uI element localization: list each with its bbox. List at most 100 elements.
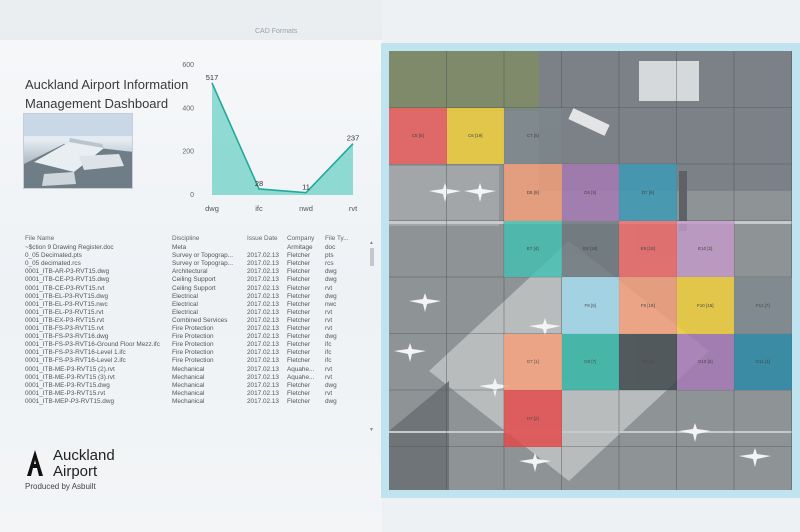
- cell-discipline: Ceiling Support: [172, 284, 216, 292]
- map-zone[interactable]: E8 [18]: [561, 220, 619, 277]
- cell-company: Fletcher: [287, 260, 311, 268]
- cell-company: Fletcher: [287, 284, 311, 292]
- cell-file-name: 0001_ITB-ME-P3-RVT15 (3).rvt: [25, 373, 115, 381]
- map-zone[interactable]: D5 [9]: [504, 164, 562, 221]
- map-zone[interactable]: G8 [7]: [561, 333, 619, 390]
- column-header-issue-date[interactable]: Issue Date: [247, 235, 287, 243]
- cell-file-name: 0001_ITB-EL-P3-RVT15.dwg: [25, 292, 109, 300]
- cell-company: Fletcher: [287, 268, 311, 276]
- x-tick-label: dwg: [205, 204, 219, 213]
- cell-file-type: rvt: [325, 389, 333, 397]
- table-row[interactable]: 0001_ITB-ME-P3-RVT15.rvt Mechanical 2017.0…: [25, 390, 375, 398]
- map-zone[interactable]: C5 [8]: [389, 107, 447, 164]
- cell-discipline: Fire Protection: [172, 357, 214, 365]
- map-zone[interactable]: F9 [18]: [619, 277, 677, 334]
- table-row[interactable]: 0001_ITB-ME-P3-RVT15 (3).rvt Mechanical 20…: [25, 374, 375, 382]
- cell-issue-date: 2017.02.13: [247, 292, 279, 300]
- scroll-thumb[interactable]: [370, 248, 374, 266]
- map-zone-label: D6 [5]: [584, 189, 597, 195]
- cell-issue-date: 2017.02.13: [247, 308, 279, 316]
- map-zone[interactable]: G9 [2]: [619, 333, 677, 390]
- map-zone-label: G8 [7]: [584, 359, 597, 365]
- column-header-company[interactable]: Company: [287, 235, 325, 243]
- cell-discipline: Electrical: [172, 292, 198, 300]
- logo-text-line1: Auckland: [53, 447, 115, 464]
- y-tick-label: 200: [182, 149, 194, 156]
- map-zone[interactable]: F11 [7]: [734, 277, 792, 334]
- map-zone[interactable]: E10 [2]: [676, 220, 734, 277]
- map-zone[interactable]: E7 [4]: [504, 220, 562, 277]
- map-zone[interactable]: G11 [1]: [734, 333, 792, 390]
- cell-issue-date: 2017.02.13: [247, 260, 279, 268]
- map-zone[interactable]: G7 [1]: [504, 333, 562, 390]
- produced-by-label: Produced by Asbuilt: [25, 482, 96, 491]
- table-row[interactable]: 0001_ITB-FS-P3-RVT16.dwg Fire Protection 2…: [25, 333, 375, 341]
- map-zone-label: D7 [9]: [641, 189, 654, 195]
- cell-discipline: Electrical: [172, 300, 198, 308]
- cell-issue-date: 2017.02.13: [247, 365, 279, 373]
- table-scrollbar[interactable]: ▲ ▼: [369, 240, 375, 436]
- table-row[interactable]: 0001_ITB-FS-P3-RVT15.rvt Fire Protection 2…: [25, 325, 375, 333]
- cell-file-type: rvt: [325, 325, 333, 333]
- cell-company: Aquahe...: [287, 365, 315, 373]
- map-zone[interactable]: G10 [2]: [676, 333, 734, 390]
- airport-zone-map[interactable]: C5 [8] C6 [19] C7 [5] D5 [9] D6 [5] D7 [9] E7 …: [389, 51, 792, 490]
- table-body: ~$ction 9 Drawing Register.doc Meta Armita…: [25, 244, 375, 406]
- cell-discipline: Mechanical: [172, 373, 205, 381]
- table-row[interactable]: ~$ction 9 Drawing Register.doc Meta Armita…: [25, 244, 375, 252]
- table-row[interactable]: 0001_ITB-ME-P3-RVT15 (2).rvt Mechanical 20…: [25, 366, 375, 374]
- x-tick-label: rvt: [349, 204, 358, 213]
- column-header-discipline[interactable]: Discipline: [172, 235, 247, 243]
- column-header-file-type[interactable]: File Ty...: [325, 235, 365, 243]
- cell-file-name: 0001_ITB-FS-P3-RVT16-Level 2.ifc: [25, 357, 126, 365]
- map-zone[interactable]: D6 [5]: [561, 164, 619, 221]
- scroll-up-icon[interactable]: ▲: [369, 240, 374, 246]
- map-zone[interactable]: F8 [5]: [561, 277, 619, 334]
- map-zone-label: E9 [18]: [640, 246, 655, 252]
- cell-discipline: Architectural: [172, 268, 208, 276]
- table-row[interactable]: 0001_ITB-EL-P3-RVT15.rvt Electrical 2017.0…: [25, 309, 375, 317]
- chart-title: CAD Formats: [255, 28, 298, 35]
- table-row[interactable]: 0_05 Decimated.pts Survey or Topograp... 2…: [25, 252, 375, 260]
- map-zone-label: D5 [9]: [526, 189, 539, 195]
- cell-file-type: dwg: [325, 333, 337, 341]
- map-zone[interactable]: H7 [2]: [504, 390, 562, 447]
- cell-file-name: 0001_ITB-FS-P3-RVT16-Level 1.ifc: [25, 349, 126, 357]
- table-row[interactable]: 0001_ITB-EL-P3-RVT15.nwc Electrical 2017.0…: [25, 301, 375, 309]
- table-row[interactable]: 0001_ITB-CE-P3-RVT15.dwg Ceiling Support 2…: [25, 276, 375, 284]
- cell-file-type: nwc: [325, 300, 337, 308]
- cell-file-type: rvt: [325, 365, 333, 373]
- cell-file-type: doc: [325, 244, 336, 252]
- table-row[interactable]: 0001_ITB-FS-P3-RVT16-Ground Floor Mezz.i…: [25, 341, 375, 349]
- map-zone[interactable]: C7 [5]: [504, 107, 562, 164]
- map-zone[interactable]: E9 [18]: [619, 220, 677, 277]
- cell-company: Fletcher: [287, 325, 311, 333]
- scroll-down-icon[interactable]: ▼: [369, 427, 374, 433]
- cell-discipline: Survey or Topograp...: [172, 252, 233, 260]
- table-row[interactable]: 0001_ITB-ME-P3-RVT15.dwg Mechanical 2017.0…: [25, 382, 375, 390]
- column-header-file-name[interactable]: File Name: [25, 235, 172, 243]
- table-row[interactable]: 0001_ITB-EL-P3-RVT15.dwg Electrical 2017.0…: [25, 293, 375, 301]
- logo-text-line2: Airport: [53, 463, 98, 480]
- cell-discipline: Mechanical: [172, 365, 205, 373]
- cell-issue-date: 2017.02.13: [247, 268, 279, 276]
- cell-file-type: rvt: [325, 308, 333, 316]
- table-row[interactable]: 0001_ITB-CE-P3-RVT15.rvt Ceiling Support 2…: [25, 285, 375, 293]
- cell-file-name: 0001_ITB-MEP-P3-RVT15.dwg: [25, 397, 115, 405]
- table-row[interactable]: 0_05 decimated.rcs Survey or Topograp... 2…: [25, 260, 375, 268]
- table-row[interactable]: 0001_ITB-EX-P3-RVT15.rvt Combined Service…: [25, 317, 375, 325]
- table-row[interactable]: 0001_ITB-FS-P3-RVT16-Level 2.ifc Fire Pro…: [25, 357, 375, 365]
- map-zone[interactable]: C6 [19]: [446, 107, 504, 164]
- map-zone[interactable]: D7 [9]: [619, 164, 677, 221]
- cell-file-name: 0_05 decimated.rcs: [25, 260, 81, 268]
- cell-company: Fletcher: [287, 300, 311, 308]
- table-row[interactable]: 0001_ITB-AR-P3-RVT15.dwg Architectural 201…: [25, 268, 375, 276]
- cell-issue-date: 2017.02.13: [247, 325, 279, 333]
- table-row[interactable]: 0001_ITB-MEP-P3-RVT15.dwg Mechanical 2017.…: [25, 398, 375, 406]
- y-tick-label: 400: [182, 105, 194, 112]
- cell-file-name: 0001_ITB-AR-P3-RVT15.dwg: [25, 268, 110, 276]
- map-zone[interactable]: F10 [15]: [676, 277, 734, 334]
- table-row[interactable]: 0001_ITB-FS-P3-RVT16-Level 1.ifc Fire Pro…: [25, 349, 375, 357]
- cell-file-name: ~$ction 9 Drawing Register.doc: [25, 244, 114, 252]
- cell-discipline: Fire Protection: [172, 325, 214, 333]
